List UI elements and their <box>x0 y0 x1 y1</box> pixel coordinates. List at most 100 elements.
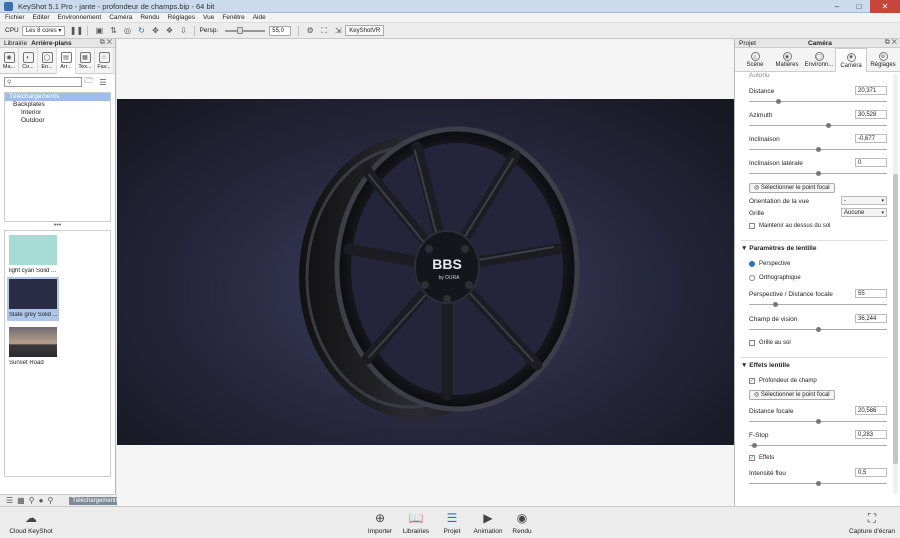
view-orientation-select[interactable]: - ▾ <box>841 196 887 205</box>
effects-section-header[interactable]: ▼ Effets lentille <box>741 357 887 369</box>
keyshotvr-button[interactable]: KeyShotVR <box>345 25 385 36</box>
azimuth-slider[interactable] <box>749 123 887 128</box>
gear-icon[interactable]: ⚙ <box>305 26 315 36</box>
fov-slider[interactable] <box>749 327 887 332</box>
tab-textures[interactable]: ▦ Tex... <box>76 48 95 74</box>
focal-slider[interactable] <box>749 302 887 307</box>
zoom-out-icon[interactable]: ⚲ <box>29 496 35 506</box>
view-orientation-label: Orientation de la vue <box>749 198 809 205</box>
libraries-button[interactable]: 📖 Librairies <box>396 510 436 535</box>
menu-editer[interactable]: Editer <box>33 14 50 21</box>
tree-item-interior[interactable]: Interior <box>5 109 110 117</box>
focus-distance-input[interactable]: 20,586 <box>855 406 887 415</box>
properties-scrollbar[interactable] <box>893 74 898 494</box>
keep-above-ground-checkbox[interactable]: Maintenir au dessus du sol <box>749 223 830 229</box>
dof-checkbox[interactable]: ✓ Profondeur de champ <box>749 378 817 384</box>
fstop-slider[interactable] <box>749 443 887 448</box>
menu-vue[interactable]: Vue <box>203 14 214 21</box>
tab-environment[interactable]: ◯ Environn... <box>803 48 835 72</box>
tree-item-downloads[interactable]: Téléchargements <box>5 93 110 101</box>
toolbar-separator <box>298 25 300 36</box>
focus-distance-slider[interactable] <box>749 419 887 424</box>
orthographic-radio[interactable]: Orthographique <box>749 275 801 281</box>
tab-environments[interactable]: ◯ En... <box>38 48 57 74</box>
menu-reglages[interactable]: Réglages <box>168 14 195 21</box>
distance-input[interactable]: 20,371 <box>855 86 887 95</box>
menu-fenetre[interactable]: Fenêtre <box>222 14 244 21</box>
project-button[interactable]: ☰ Projet <box>432 510 472 535</box>
tree-item-backplates[interactable]: Backplates <box>5 101 110 109</box>
dolly-icon[interactable]: ⇩ <box>178 26 188 36</box>
close-button[interactable]: ✕ <box>870 0 900 13</box>
tree-item-outdoor[interactable]: Outdoor <box>5 117 110 125</box>
render-button[interactable]: ◉ Rendu <box>502 510 542 535</box>
expand-icon[interactable]: ⇲ <box>333 26 343 36</box>
sync-icon[interactable]: ⇅ <box>108 26 118 36</box>
blur-input[interactable]: 0,5 <box>855 468 887 477</box>
lateral-slider[interactable] <box>749 171 887 176</box>
downloads-button[interactable]: Téléchargements <box>69 496 122 505</box>
bottom-bar: ☁ Cloud KeyShot ⊕ Importer 📖 Librairies … <box>0 506 900 538</box>
select-focus-button[interactable]: ◎ Sélectionner le point focal <box>749 183 835 193</box>
menu-rendu[interactable]: Rendu <box>140 14 159 21</box>
grid-select[interactable]: Aucune ▾ <box>841 208 887 217</box>
tab-scene[interactable]: △ Scène <box>739 48 771 72</box>
effects-checkbox[interactable]: ✓ Effets <box>749 455 774 461</box>
panel-close-icon[interactable]: ⧉ ✕ <box>100 39 112 47</box>
fov-input[interactable]: 36,244 <box>855 314 887 323</box>
thumbnail-item[interactable]: Slate grey Solid ... <box>7 277 59 321</box>
scrollbar-thumb[interactable] <box>893 174 898 464</box>
cores-select[interactable]: Les 8 cores ▾ <box>21 25 66 36</box>
render-viewport[interactable]: BBS by DURA <box>117 39 734 506</box>
menu-camera[interactable]: Caméra <box>109 14 132 21</box>
tumble-icon[interactable]: ✥ <box>150 26 160 36</box>
tab-backplates[interactable]: ▤ Arr... <box>57 48 76 74</box>
lens-section-header[interactable]: ▼ Paramètres de lentille <box>741 240 887 252</box>
folder-import-icon[interactable]: 🗁 <box>84 76 94 87</box>
focal-input[interactable]: 55 <box>855 289 887 298</box>
checkbox-box: ✓ <box>749 455 755 461</box>
tab-settings[interactable]: ⚙ Réglages <box>867 48 899 72</box>
pause-icon[interactable]: ❚❚ <box>70 26 83 36</box>
distance-slider[interactable] <box>749 99 887 104</box>
lateral-input[interactable]: 0 <box>855 158 887 167</box>
menu-fichier[interactable]: Fichier <box>5 14 25 21</box>
select-focus-button-2[interactable]: ◎ Sélectionner le point focal <box>749 390 835 400</box>
inclination-slider[interactable] <box>749 147 887 152</box>
folder-list-icon[interactable]: ☰ <box>98 77 108 87</box>
minimize-button[interactable]: – <box>826 0 848 13</box>
zoom-in-icon[interactable]: ⚲ <box>47 496 53 506</box>
menu-environnement[interactable]: Environnement <box>58 14 102 21</box>
tab-colors[interactable]: ◐ Co... <box>19 48 38 74</box>
tab-materials[interactable]: ◉ Ma... <box>0 48 19 74</box>
fstop-input[interactable]: 0,283 <box>855 430 887 439</box>
thumbnail-item[interactable]: Sunset Road <box>7 325 59 366</box>
blur-slider[interactable] <box>749 481 887 486</box>
refresh-icon[interactable]: ↻ <box>136 26 146 36</box>
cloud-keyshot-button[interactable]: ☁ Cloud KeyShot <box>6 510 56 535</box>
thumbnail-item[interactable]: light cyan Solid ... <box>7 233 59 274</box>
region-icon[interactable]: ▣ <box>94 26 104 36</box>
zoom-dot-icon[interactable]: ● <box>39 496 44 506</box>
import-button[interactable]: ⊕ Importer <box>360 510 400 535</box>
pan-icon[interactable]: ❖ <box>164 26 174 36</box>
panel-close-icon[interactable]: ⧉ ✕ <box>885 39 897 47</box>
grid-view-icon[interactable]: ▦ <box>17 496 25 506</box>
center-icon[interactable]: ◎ <box>122 26 132 36</box>
render-image[interactable]: BBS by DURA <box>117 99 734 445</box>
azimuth-input[interactable]: 30,528 <box>855 110 887 119</box>
tab-favorites[interactable]: ☆ Fav... <box>95 48 114 74</box>
inclination-input[interactable]: -0,677 <box>855 134 887 143</box>
tab-camera[interactable]: ◉ Caméra <box>835 48 867 72</box>
persp-input[interactable]: 55,0 <box>269 25 292 36</box>
tab-materials[interactable]: ◉ Matières <box>771 48 803 72</box>
fullscreen-icon[interactable]: ⛶ <box>319 26 329 36</box>
persp-slider[interactable] <box>225 26 266 36</box>
menu-aide[interactable]: Aide <box>253 14 266 21</box>
ground-grid-checkbox[interactable]: Grille au sol <box>749 340 791 346</box>
screenshot-button[interactable]: ⛶ Capture d'écran <box>846 510 898 536</box>
maximize-button[interactable]: □ <box>848 0 870 13</box>
list-view-icon[interactable]: ☰ <box>6 496 13 506</box>
perspective-radio[interactable]: Perspective <box>749 261 790 267</box>
library-search-input[interactable]: ⚲ <box>4 77 82 87</box>
